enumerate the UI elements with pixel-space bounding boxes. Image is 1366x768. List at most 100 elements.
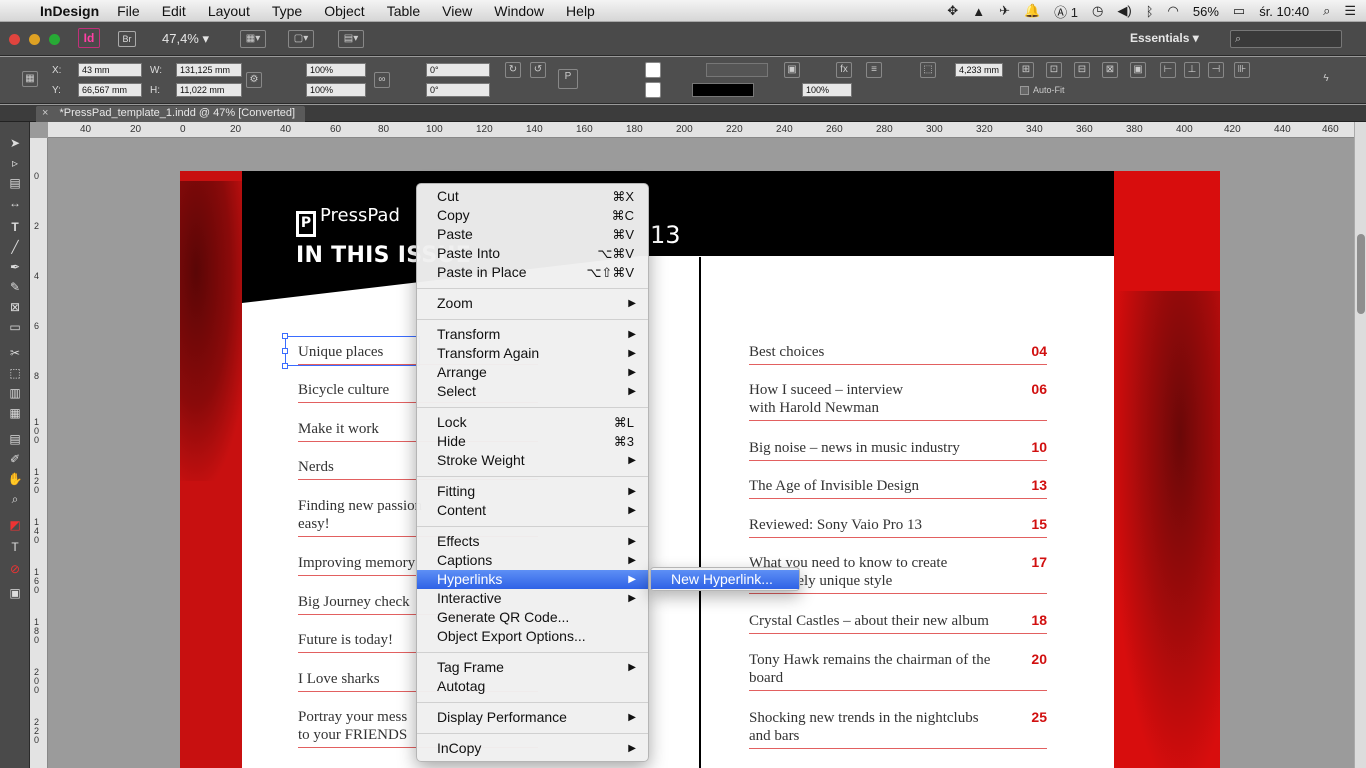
type-tool-icon[interactable]: T xyxy=(6,218,24,236)
hand-tool-icon[interactable]: ✋ xyxy=(6,470,24,488)
pencil-tool-icon[interactable]: ✎ xyxy=(6,278,24,296)
notification-center-icon[interactable]: ☰ xyxy=(1344,3,1356,19)
toc-entry[interactable]: Tony Hawk remains the chairman of the boa… xyxy=(749,651,1047,691)
notification-icon[interactable]: 🔔 xyxy=(1024,3,1040,19)
x-position-field[interactable]: 43 mm xyxy=(78,63,142,77)
frame-fitting-icon[interactable]: ⬚ xyxy=(920,62,936,78)
menu-type[interactable]: Type xyxy=(272,3,302,19)
menu-layout[interactable]: Layout xyxy=(208,3,250,19)
toc-entry[interactable]: Shocking new trends in the nightclubs and… xyxy=(749,709,1047,749)
constrain-proportions-icon[interactable]: ⚙ xyxy=(246,72,262,88)
toc-entry[interactable]: Reviewed: Sony Vaio Pro 13 15 xyxy=(749,516,1047,538)
toc-entry[interactable]: The Age of Invisible Design 13 xyxy=(749,477,1047,499)
clock[interactable]: śr. 10:40 xyxy=(1259,4,1309,19)
scale-x-field[interactable]: 100% xyxy=(306,63,366,77)
note-tool-icon[interactable]: ▤ xyxy=(6,430,24,448)
selection-tool-icon[interactable]: ➤ xyxy=(6,134,24,152)
menu-item-fitting[interactable]: Fitting ▶ xyxy=(417,482,648,501)
toc-entry[interactable]: How I suceed – interview with Harold Newm… xyxy=(749,381,1047,421)
direct-selection-tool-icon[interactable]: ▹ xyxy=(6,154,24,172)
menu-help[interactable]: Help xyxy=(566,3,595,19)
menu-item-cut[interactable]: Cut ⌘X xyxy=(417,187,648,206)
align-right-icon[interactable]: ⊣ xyxy=(1208,62,1224,78)
shear-angle-field[interactable]: 0° xyxy=(426,83,490,97)
toc-entry[interactable]: Big noise – news in music industry 10 xyxy=(749,439,1047,461)
selection-handle[interactable] xyxy=(282,348,288,354)
toc-entry[interactable]: Crystal Castles – about their new album 1… xyxy=(749,612,1047,634)
height-field[interactable]: 11,022 mm xyxy=(176,83,242,97)
menu-item-captions[interactable]: Captions ▶ xyxy=(417,551,648,570)
menu-item-arrange[interactable]: Arrange ▶ xyxy=(417,363,648,382)
text-path-icon[interactable]: P xyxy=(558,69,578,89)
menu-item-object-export-options[interactable]: Object Export Options... xyxy=(417,627,648,646)
menu-view[interactable]: View xyxy=(442,3,472,19)
document-page[interactable]: P PressPad IN THIS ISSUE 13 Unique places… xyxy=(180,171,1220,768)
menu-item-autotag[interactable]: Autotag xyxy=(417,677,648,696)
align-left-icon[interactable]: ⊢ xyxy=(1160,62,1176,78)
screen-mode-icon[interactable]: ▢▾ xyxy=(288,30,314,48)
pen-tool-icon[interactable]: ✒ xyxy=(6,258,24,276)
help-search-input[interactable]: ⌕ xyxy=(1230,30,1342,48)
rectangle-frame-tool-icon[interactable]: ⊠ xyxy=(6,298,24,316)
menu-item-stroke-weight[interactable]: Stroke Weight ▶ xyxy=(417,451,648,470)
screen-mode-tool-icon[interactable]: ▣ xyxy=(6,584,24,602)
menu-item-interactive[interactable]: Interactive ▶ xyxy=(417,589,648,608)
eyedropper-tool-icon[interactable]: ✐ xyxy=(6,450,24,468)
scale-y-field[interactable]: 100% xyxy=(306,83,366,97)
menu-item-effects[interactable]: Effects ▶ xyxy=(417,532,648,551)
document-tab[interactable]: × *PressPad_template_1.indd @ 47% [Conve… xyxy=(36,106,306,122)
menu-item-transform[interactable]: Transform ▶ xyxy=(417,325,648,344)
page-tool-icon[interactable]: ▤ xyxy=(6,174,24,192)
text-wrap-icon[interactable]: ≡ xyxy=(866,62,882,78)
menu-file[interactable]: File xyxy=(117,3,140,19)
menu-app-name[interactable]: InDesign xyxy=(40,3,99,19)
zoom-tool-icon[interactable]: ⌕ xyxy=(6,490,24,508)
menu-item-display-performance[interactable]: Display Performance ▶ xyxy=(417,708,648,727)
free-transform-tool-icon[interactable]: ⬚ xyxy=(6,364,24,382)
rotation-angle-field[interactable]: 0° xyxy=(426,63,490,77)
zoom-level-select[interactable]: 47,4% ▾ xyxy=(162,31,209,47)
fill-stroke-icon[interactable]: ◩ xyxy=(6,516,24,534)
menu-item-select[interactable]: Select ▶ xyxy=(417,382,648,401)
close-window-button[interactable] xyxy=(9,34,20,45)
align-center-icon[interactable]: ⊥ xyxy=(1184,62,1200,78)
menu-item-incopy[interactable]: InCopy ▶ xyxy=(417,739,648,758)
fill-frame-icon[interactable]: ⊞ xyxy=(1018,62,1034,78)
menu-item-hide[interactable]: Hide ⌘3 xyxy=(417,432,648,451)
menu-item-transform-again[interactable]: Transform Again ▶ xyxy=(417,344,648,363)
flash-icon[interactable]: ϟ xyxy=(1318,72,1334,88)
fitting-icon[interactable]: ▣ xyxy=(784,62,800,78)
selection-handle[interactable] xyxy=(282,333,288,339)
zoom-window-button[interactable] xyxy=(49,34,60,45)
rotate-ccw-icon[interactable]: ↺ xyxy=(530,62,546,78)
menu-table[interactable]: Table xyxy=(387,3,420,19)
width-field[interactable]: 131,125 mm xyxy=(176,63,242,77)
apply-none-icon[interactable]: ⊘ xyxy=(6,560,24,578)
menu-item-hyperlinks[interactable]: Hyperlinks ▶ xyxy=(417,570,648,589)
center-content-icon[interactable]: ⊠ xyxy=(1102,62,1118,78)
volume-icon[interactable]: ◀) xyxy=(1117,3,1131,19)
fit-content-icon[interactable]: ⊡ xyxy=(1046,62,1062,78)
stroke-type-field[interactable] xyxy=(692,83,754,97)
vertical-ruler[interactable]: 0 2 4 6 8 100 120 140 160 180 200 220 xyxy=(30,138,48,768)
fit-frame-icon[interactable]: ⊟ xyxy=(1074,62,1090,78)
minimize-window-button[interactable] xyxy=(29,34,40,45)
menu-item-paste-into[interactable]: Paste Into ⌥⌘V xyxy=(417,244,648,263)
view-options-icon[interactable]: ▦▾ xyxy=(240,30,266,48)
menu-item-paste-in-place[interactable]: Paste in Place ⌥⇧⌘V xyxy=(417,263,648,282)
vertical-scrollbar[interactable] xyxy=(1354,122,1366,768)
stroke-weight-field[interactable] xyxy=(706,63,768,77)
formatting-affects-icon[interactable]: T xyxy=(6,538,24,556)
opacity-field[interactable]: 100% xyxy=(802,83,852,97)
arrange-documents-icon[interactable]: ▤▾ xyxy=(338,30,364,48)
menu-window[interactable]: Window xyxy=(494,3,544,19)
menu-item-tag-frame[interactable]: Tag Frame ▶ xyxy=(417,658,648,677)
dropbox-icon[interactable]: ✥ xyxy=(947,3,958,19)
scrollbar-thumb[interactable] xyxy=(1357,234,1365,314)
link-scale-icon[interactable]: ∞ xyxy=(374,72,390,88)
reference-point-icon[interactable]: ▦ xyxy=(22,71,38,87)
menu-object[interactable]: Object xyxy=(324,3,364,19)
line-tool-icon[interactable]: ╱ xyxy=(6,238,24,256)
menu-item-paste[interactable]: Paste ⌘V xyxy=(417,225,648,244)
y-position-field[interactable]: 66,567 mm xyxy=(78,83,142,97)
